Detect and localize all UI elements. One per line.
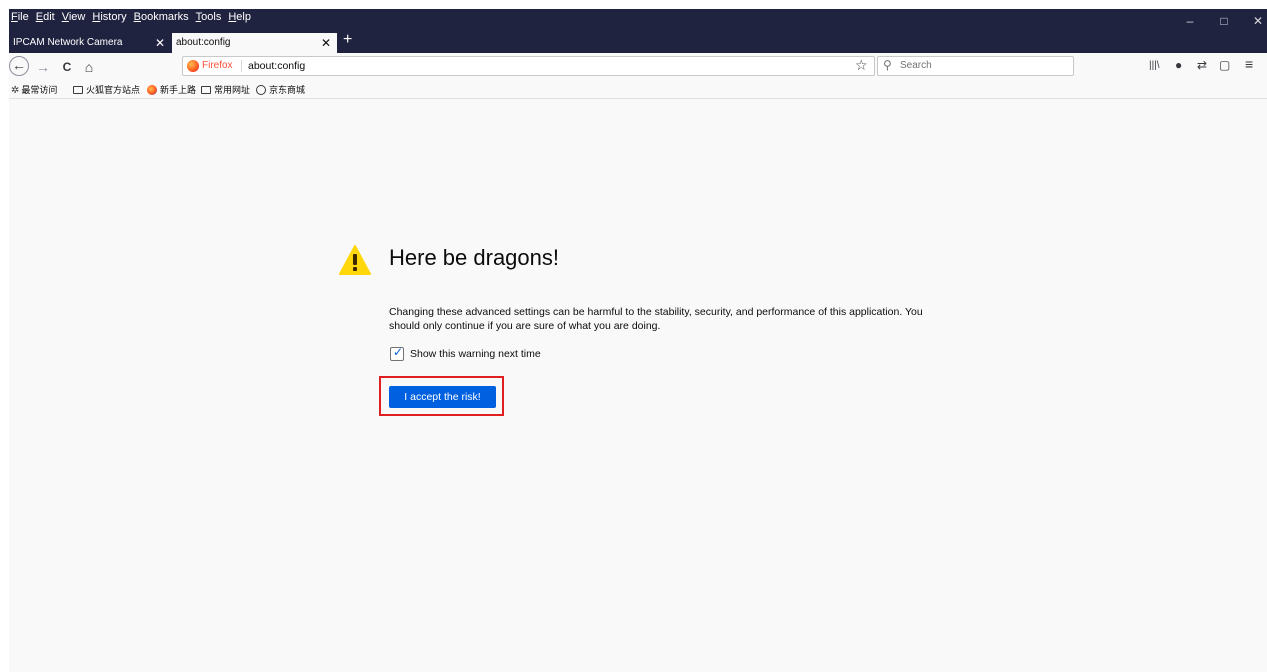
tab-label: about:config xyxy=(176,37,231,48)
library-icon[interactable]: |||\ xyxy=(1149,60,1160,71)
url-separator xyxy=(241,60,242,72)
accept-risk-button[interactable]: I accept the risk! xyxy=(389,386,496,408)
new-tab-button[interactable]: + xyxy=(343,31,352,49)
bookmark-getting-started[interactable]: 新手上路 xyxy=(147,83,196,96)
bookmark-label: 最常访问 xyxy=(21,85,58,95)
bookmark-firefox-site[interactable]: 火狐官方站点 xyxy=(73,83,140,96)
menu-file[interactable]: File xyxy=(11,11,29,23)
reload-button[interactable]: C xyxy=(57,57,77,77)
nav-bar: ← → C ⌂ Firefox about:config ☆ ⚲ Search … xyxy=(9,53,1267,82)
minimize-button[interactable]: – xyxy=(1175,9,1205,33)
browser-window: File Edit View History Bookmarks Tools H… xyxy=(9,9,1267,672)
show-warning-label[interactable]: Show this warning next time xyxy=(410,348,541,360)
forward-button[interactable]: → xyxy=(33,57,53,77)
tab-strip: IPCAM Network Camera ✕ about:config ✕ + xyxy=(9,31,1267,53)
tab-close-icon[interactable]: ✕ xyxy=(321,33,331,53)
gear-icon: ✲ xyxy=(11,85,20,96)
menu-bookmarks[interactable]: Bookmarks xyxy=(134,11,189,23)
url-text[interactable]: about:config xyxy=(248,60,305,72)
hamburger-menu-icon[interactable]: ≡ xyxy=(1245,56,1253,72)
bookmark-common-sites[interactable]: 常用网址 xyxy=(201,83,250,96)
globe-icon xyxy=(256,85,266,95)
home-button[interactable]: ⌂ xyxy=(79,57,99,77)
close-window-button[interactable]: ✕ xyxy=(1243,9,1267,33)
menu-edit[interactable]: Edit xyxy=(36,11,55,23)
firefox-icon xyxy=(147,85,157,95)
maximize-button[interactable]: □ xyxy=(1209,9,1239,33)
menu-history[interactable]: History xyxy=(92,11,126,23)
menu-tools[interactable]: Tools xyxy=(196,11,222,23)
bookmark-label: 火狐官方站点 xyxy=(86,85,141,95)
folder-icon xyxy=(201,86,211,94)
search-icon: ⚲ xyxy=(883,58,892,72)
back-button[interactable]: ← xyxy=(9,56,29,76)
tab-close-icon[interactable]: ✕ xyxy=(155,33,165,53)
bookmark-label: 京东商城 xyxy=(269,85,306,95)
bookmark-star-icon[interactable]: ☆ xyxy=(855,57,868,74)
warning-description: Changing these advanced settings can be … xyxy=(389,306,923,332)
firefox-icon xyxy=(187,60,199,72)
page-title: Here be dragons! xyxy=(389,245,559,270)
tab-ipcam[interactable]: IPCAM Network Camera ✕ xyxy=(9,33,171,53)
bookmarks-toolbar: ✲ 最常访问 火狐官方站点 新手上路 常用网址 京东商城 xyxy=(9,81,1267,99)
chat-icon[interactable]: ● xyxy=(1175,58,1182,72)
bookmark-most-visited[interactable]: ✲ 最常访问 xyxy=(11,83,57,96)
show-warning-checkbox[interactable] xyxy=(390,345,404,361)
identity-label: Firefox xyxy=(202,60,233,71)
tab-about-config[interactable]: about:config ✕ xyxy=(172,33,337,53)
menu-view[interactable]: View xyxy=(62,11,86,23)
sync-icon[interactable]: ⇄ xyxy=(1197,58,1207,72)
folder-icon xyxy=(73,86,83,94)
bookmark-label: 新手上路 xyxy=(160,85,197,95)
bookmark-label: 常用网址 xyxy=(214,85,251,95)
menu-bar: File Edit View History Bookmarks Tools H… xyxy=(9,9,1267,33)
search-input[interactable]: ⚲ Search xyxy=(877,56,1074,76)
menu-help[interactable]: Help xyxy=(228,11,251,23)
sidebar-icon[interactable]: ▢ xyxy=(1219,58,1230,72)
warning-icon xyxy=(339,245,371,275)
bookmark-jd[interactable]: 京东商城 xyxy=(256,83,305,96)
url-bar[interactable]: Firefox about:config xyxy=(182,56,875,76)
tab-label: IPCAM Network Camera xyxy=(13,37,123,48)
search-placeholder: Search xyxy=(900,60,932,71)
